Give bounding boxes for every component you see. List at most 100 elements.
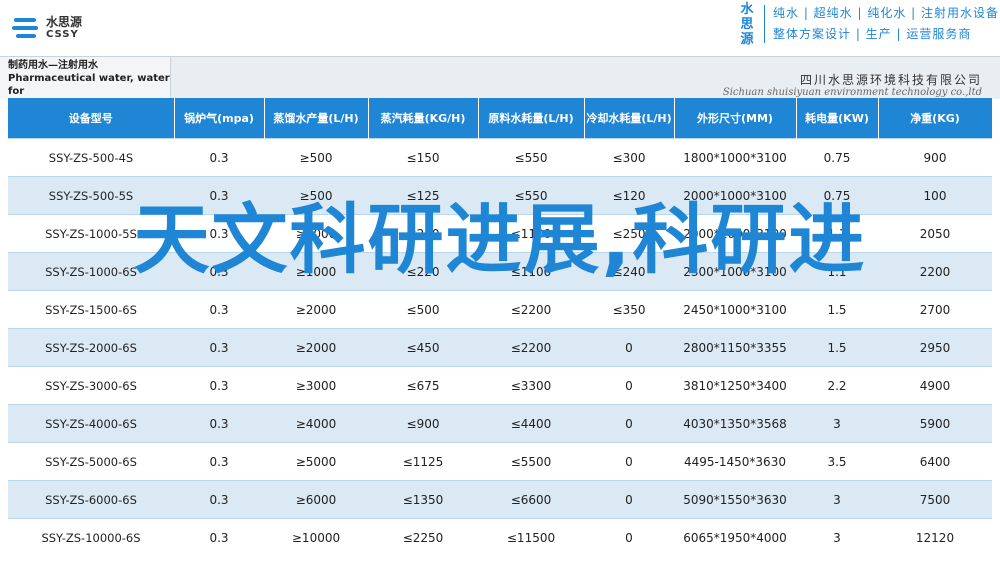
table-cell: ≤150	[368, 138, 478, 177]
table-cell: ≤675	[368, 366, 478, 405]
table-cell: 4495-1450*3630	[674, 442, 796, 481]
table-cell: 5900	[878, 404, 992, 443]
table-cell: ≥500	[264, 138, 368, 177]
table-cell: SSY-ZS-500-4S	[8, 138, 174, 177]
table-cell: 2800*1150*3355	[674, 328, 796, 367]
table-cell: 7500	[878, 480, 992, 519]
brand-vertical-name: 水思源	[740, 1, 754, 47]
table-row: SSY-ZS-500-4S 0.3 ≥500 ≤150 ≤550 ≤300 1800*100…	[8, 138, 992, 177]
table-cell: 0	[584, 518, 674, 556]
column-header: 蒸汽耗量(KG/H)	[368, 98, 479, 139]
table-row: SSY-ZS-5000-6S 0.3 ≥5000 ≤1125 ≤5500 0 4495-14…	[8, 442, 992, 481]
table-row: SSY-ZS-2000-6S 0.3 ≥2000 ≤450 ≤2200 0 2800*115…	[8, 328, 992, 367]
table-cell: ≤2200	[478, 328, 584, 367]
logo-name-en: CSSY	[46, 29, 79, 40]
table-cell: ≤3300	[478, 366, 584, 405]
table-cell: ≤450	[368, 328, 478, 367]
title-banner: 制药用水—注射用水 Pharmaceutical water, water fo…	[0, 56, 1000, 110]
table-cell: 0	[584, 480, 674, 519]
table-cell: 3	[796, 404, 878, 443]
table-cell: ≥2000	[264, 290, 368, 329]
column-header: 冷却水耗量(L/H)	[584, 98, 675, 139]
table-cell: ≤4400	[478, 404, 584, 443]
column-header: 外形尺寸(MM)	[674, 98, 797, 139]
table-cell: 1.5	[796, 290, 878, 329]
logo-icon	[12, 14, 40, 42]
table-cell: 12120	[878, 518, 992, 556]
table-cell: 0	[584, 442, 674, 481]
product-title-en-1: Pharmaceutical water, water for	[8, 73, 170, 97]
table-cell: 6065*1950*4000	[674, 518, 796, 556]
table-cell: ≥10000	[264, 518, 368, 556]
column-header: 耗电量(KW)	[796, 98, 879, 139]
table-cell: ≤6600	[478, 480, 584, 519]
company-logo[interactable]: 水思源 CSSY	[12, 14, 82, 42]
column-header: 设备型号	[8, 98, 175, 139]
table-cell: ≤2250	[368, 518, 478, 556]
table-cell: ≥2000	[264, 328, 368, 367]
table-cell: 3	[796, 518, 878, 556]
header: 水思源 CSSY 水思源 纯水 | 超纯水 | 纯化水 | 注射用水设备 整体方…	[0, 0, 1000, 56]
column-header: 原料水耗量(L/H)	[478, 98, 585, 139]
table-cell: 3	[796, 480, 878, 519]
table-cell: 2.2	[796, 366, 878, 405]
table-cell: ≤550	[478, 138, 584, 177]
table-cell: SSY-ZS-2000-6S	[8, 328, 174, 367]
table-cell: SSY-ZS-5000-6S	[8, 442, 174, 481]
table-cell: ≤350	[584, 290, 674, 329]
table-cell: SSY-ZS-4000-6S	[8, 404, 174, 443]
table-cell: SSY-ZS-3000-6S	[8, 366, 174, 405]
table-cell: 0	[584, 328, 674, 367]
table-cell: SSY-ZS-1500-6S	[8, 290, 174, 329]
company-name-en: Sichuan shuisiyuan environment technolog…	[722, 87, 982, 98]
brand-divider	[764, 5, 765, 43]
table-cell: 900	[878, 138, 992, 177]
table-cell: ≥3000	[264, 366, 368, 405]
table-cell: 2950	[878, 328, 992, 367]
product-title: 制药用水—注射用水 Pharmaceutical water, water fo…	[0, 57, 171, 110]
table-cell: 3810*1250*3400	[674, 366, 796, 405]
table-cell: 1800*1000*3100	[674, 138, 796, 177]
spec-table: 设备型号 锅炉气(mpa) 蒸馏水产量(L/H) 蒸汽耗量(KG/H) 原料水耗量(L/…	[8, 98, 993, 556]
table-cell: 2700	[878, 290, 992, 329]
table-cell: ≤1350	[368, 480, 478, 519]
company-name-cn: 四川水思源环境科技有限公司	[799, 73, 982, 87]
table-cell: 0.3	[174, 138, 264, 177]
table-cell: 3.5	[796, 442, 878, 481]
table-cell: ≤2200	[478, 290, 584, 329]
table-cell: 4900	[878, 366, 992, 405]
table-cell: 0.3	[174, 328, 264, 367]
overlay-watermark-text: 天文科研进展,科研进	[133, 195, 867, 284]
product-title-cn: 制药用水—注射用水	[8, 60, 98, 71]
table-cell: 2450*1000*3100	[674, 290, 796, 329]
table-cell: 4030*1350*3568	[674, 404, 796, 443]
table-row: SSY-ZS-3000-6S 0.3 ≥3000 ≤675 ≤3300 0 3810*125…	[8, 366, 992, 405]
brand-line-products: 纯水 | 超纯水 | 纯化水 | 注射用水设备	[773, 6, 1000, 20]
table-cell: ≤11500	[478, 518, 584, 556]
table-row: SSY-ZS-1500-6S 0.3 ≥2000 ≤500 ≤2200 ≤350 2450*…	[8, 290, 992, 329]
table-cell: SSY-ZS-6000-6S	[8, 480, 174, 519]
table-cell: 0.3	[174, 404, 264, 443]
column-header: 净重(KG)	[878, 98, 993, 139]
table-cell: 5090*1550*3630	[674, 480, 796, 519]
table-cell: ≥6000	[264, 480, 368, 519]
table-cell: ≤500	[368, 290, 478, 329]
column-header: 锅炉气(mpa)	[174, 98, 265, 139]
table-cell: ≥5000	[264, 442, 368, 481]
table-cell: ≤900	[368, 404, 478, 443]
table-cell: ≥4000	[264, 404, 368, 443]
table-cell: 6400	[878, 442, 992, 481]
table-row: SSY-ZS-4000-6S 0.3 ≥4000 ≤900 ≤4400 0 4030*135…	[8, 404, 992, 443]
table-cell: 0	[584, 404, 674, 443]
table-cell: 0.3	[174, 480, 264, 519]
table-cell: 0.3	[174, 518, 264, 556]
table-cell: ≤1125	[368, 442, 478, 481]
table-cell: 0	[584, 366, 674, 405]
table-cell: 0.75	[796, 138, 878, 177]
table-cell: SSY-ZS-10000-6S	[8, 518, 174, 556]
brand-line-services: 整体方案设计 | 生产 | 运营服务商	[773, 27, 972, 41]
table-cell: 0.3	[174, 290, 264, 329]
column-header: 蒸馏水产量(L/H)	[264, 98, 369, 139]
table-cell: 0.3	[174, 442, 264, 481]
table-cell: ≤5500	[478, 442, 584, 481]
